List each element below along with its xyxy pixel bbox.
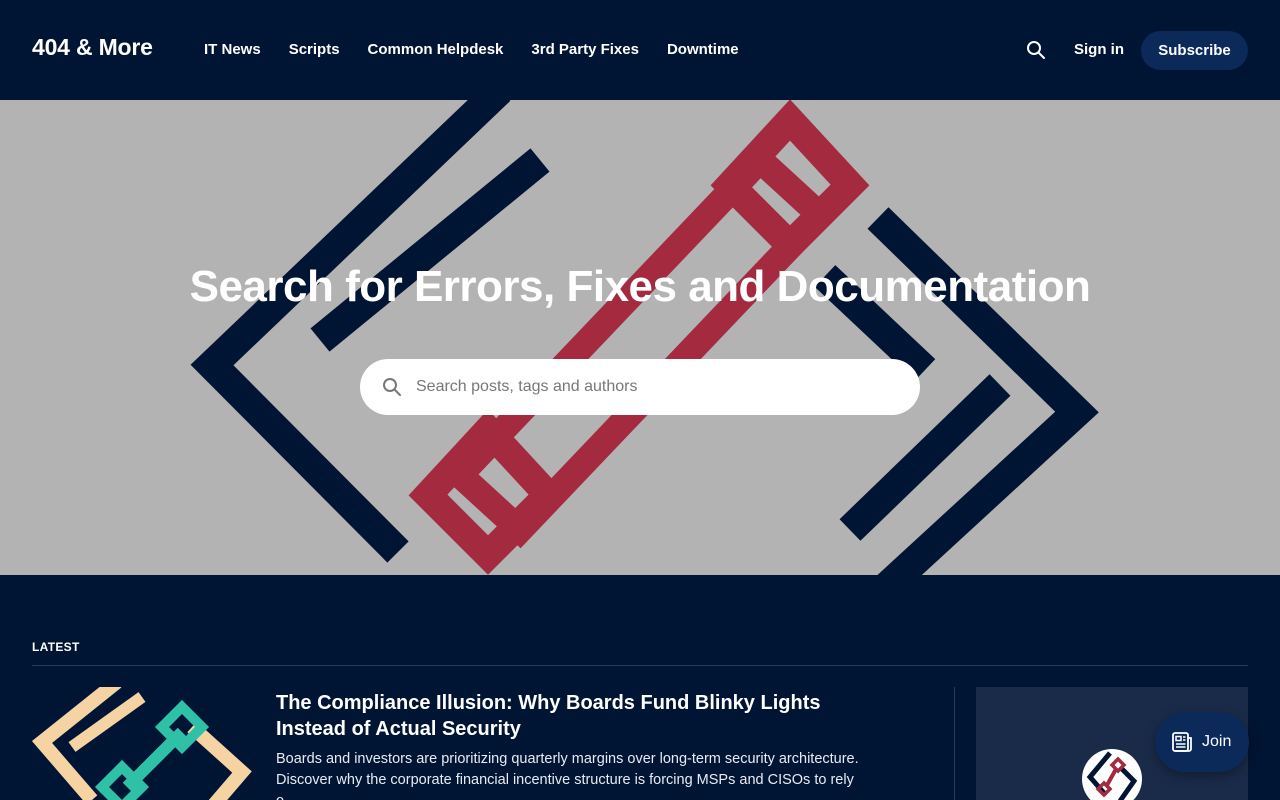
site-logo[interactable]: 404 & More <box>32 34 153 61</box>
nav-scripts[interactable]: Scripts <box>289 41 340 58</box>
join-label: Join <box>1202 733 1232 750</box>
search-icon <box>1027 41 1045 59</box>
hero-title: Search for Errors, Fixes and Documentati… <box>189 262 1091 311</box>
nav-downtime[interactable]: Downtime <box>667 41 739 58</box>
nav-3rd-party-fixes[interactable]: 3rd Party Fixes <box>531 41 639 58</box>
post-thumbnail-graphic <box>32 687 252 800</box>
post-thumbnail[interactable] <box>32 687 252 800</box>
latest-label: LATEST <box>32 640 80 654</box>
header-search-icon[interactable] <box>1026 40 1046 60</box>
nav-common-helpdesk[interactable]: Common Helpdesk <box>368 41 504 58</box>
site-header: 404 & More IT News Scripts Common Helpde… <box>0 0 1280 100</box>
column-divider <box>954 687 955 800</box>
join-button[interactable]: Join <box>1155 712 1249 772</box>
subscribe-button[interactable]: Subscribe <box>1141 31 1248 70</box>
post-title-link[interactable]: The Compliance Illusion: Why Boards Fund… <box>276 690 876 742</box>
main-nav: IT News Scripts Common Helpdesk 3rd Part… <box>204 41 739 58</box>
site-avatar <box>1082 749 1142 800</box>
hero-section: Search for Errors, Fixes and Documentati… <box>0 100 1280 575</box>
hero-search-input[interactable] <box>416 359 896 415</box>
search-icon <box>383 378 401 396</box>
newspaper-icon <box>1172 732 1192 752</box>
hero-search-bar[interactable] <box>360 359 920 415</box>
sign-in-link[interactable]: Sign in <box>1074 41 1124 58</box>
nav-it-news[interactable]: IT News <box>204 41 261 58</box>
site-logo-icon <box>1086 751 1138 800</box>
section-divider <box>32 665 1248 666</box>
post-excerpt: Boards and investors are prioritizing qu… <box>276 751 859 800</box>
hero-logo-graphic <box>190 100 1099 575</box>
